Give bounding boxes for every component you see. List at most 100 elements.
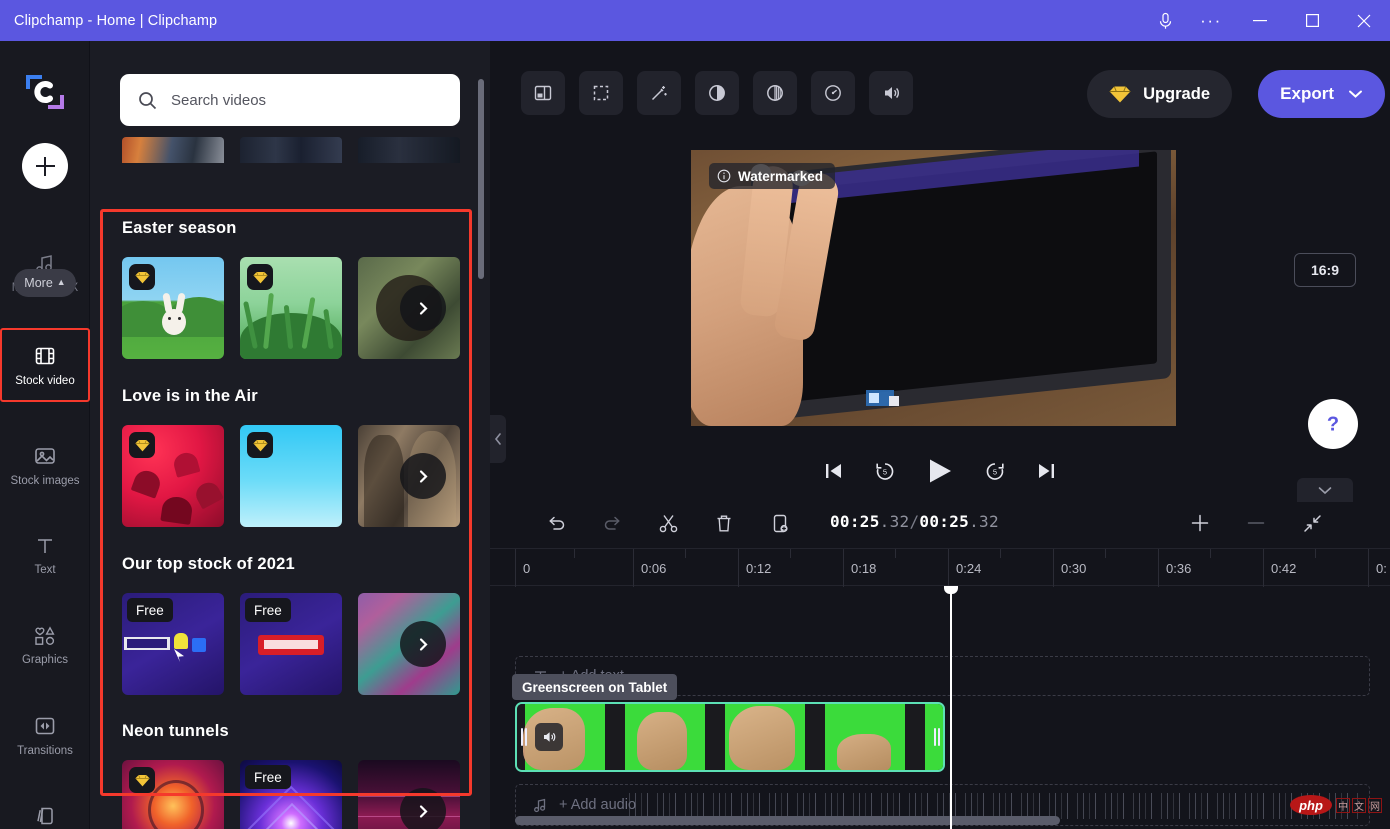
- export-button[interactable]: Export: [1258, 70, 1385, 118]
- scroll-right-button[interactable]: [400, 285, 446, 331]
- crop-icon[interactable]: [579, 71, 623, 115]
- thumbnail-partial[interactable]: [240, 137, 342, 163]
- thumbnail-row: [122, 425, 460, 527]
- volume-icon[interactable]: [869, 71, 913, 115]
- premium-badge-icon: [129, 432, 155, 458]
- redo-button[interactable]: [592, 504, 632, 542]
- stock-video-thumbnail[interactable]: [122, 257, 224, 359]
- more-toggle-button[interactable]: More ▲: [14, 269, 76, 297]
- stock-video-thumbnail[interactable]: Free: [240, 760, 342, 829]
- filters-icon[interactable]: [753, 71, 797, 115]
- stock-video-thumbnail[interactable]: [240, 257, 342, 359]
- video-preview[interactable]: Watermarked: [691, 150, 1176, 426]
- speed-icon[interactable]: [811, 71, 855, 115]
- free-badge: Free: [127, 598, 173, 622]
- sidebar-item-stock-video[interactable]: Stock video: [0, 328, 90, 402]
- clipchamp-logo: [22, 69, 68, 115]
- stock-video-thumbnail[interactable]: [240, 425, 342, 527]
- split-button[interactable]: [648, 504, 688, 542]
- sidebar-item-label: Graphics: [22, 654, 68, 666]
- clip-trim-handle-left[interactable]: [517, 704, 530, 770]
- chevron-down-icon: [1348, 89, 1363, 99]
- video-clip-greenscreen-on-tablet[interactable]: [515, 702, 945, 772]
- timeline-ruler[interactable]: 0 0:06 0:12 0:18 0:24 0:30 0:36 0:42 0:: [490, 548, 1390, 586]
- skip-to-start-button[interactable]: [823, 461, 845, 481]
- stock-video-thumbnail[interactable]: Free: [122, 593, 224, 695]
- php-watermark-char: 网: [1368, 798, 1382, 813]
- aspect-ratio-button[interactable]: 16:9: [1294, 253, 1356, 287]
- fit-timeline-button[interactable]: [1292, 504, 1332, 542]
- timeline-playhead[interactable]: [950, 586, 952, 829]
- stock-video-thumbnail[interactable]: [122, 425, 224, 527]
- more-options-button[interactable]: ···: [1188, 0, 1234, 41]
- clip-trim-handle-right[interactable]: [930, 704, 943, 770]
- scroll-right-button[interactable]: [400, 621, 446, 667]
- clip-name-label: Greenscreen on Tablet: [512, 674, 677, 700]
- duplicate-button[interactable]: [760, 504, 800, 542]
- search-input[interactable]: [171, 92, 442, 109]
- thumbnail-partial[interactable]: [358, 137, 460, 163]
- maximize-button[interactable]: [1286, 0, 1338, 41]
- magic-wand-icon[interactable]: [637, 71, 681, 115]
- layout-icon[interactable]: [521, 71, 565, 115]
- ruler-label: 0:12: [746, 561, 771, 576]
- premium-badge-icon: [129, 767, 155, 793]
- text-t-icon: [34, 535, 56, 557]
- delete-button[interactable]: [704, 504, 744, 542]
- play-button[interactable]: [925, 457, 955, 485]
- forward-5-button[interactable]: 5: [983, 459, 1007, 483]
- mic-icon[interactable]: [1142, 0, 1188, 41]
- add-media-button[interactable]: [22, 143, 68, 189]
- sidebar-item-label: Text: [34, 564, 55, 576]
- upgrade-label: Upgrade: [1143, 85, 1210, 104]
- clip-volume-button[interactable]: [535, 723, 563, 751]
- scroll-right-button[interactable]: [400, 453, 446, 499]
- section-title: Easter season: [122, 219, 237, 238]
- contrast-icon[interactable]: [695, 71, 739, 115]
- left-nav-rail: More ▲ Music & SFX Stock video: [0, 41, 90, 829]
- close-button[interactable]: [1338, 0, 1390, 41]
- zoom-in-button[interactable]: [1180, 504, 1220, 542]
- undo-button[interactable]: [536, 504, 576, 542]
- upgrade-button[interactable]: Upgrade: [1087, 70, 1232, 118]
- total-time: 00:25: [919, 512, 969, 531]
- add-audio-label: + Add audio: [559, 797, 636, 813]
- playhead-knob[interactable]: [944, 586, 958, 594]
- premium-badge-icon: [247, 264, 273, 290]
- ruler-label: 0:: [1376, 561, 1387, 576]
- help-button[interactable]: ?: [1308, 399, 1358, 449]
- sidebar-item-graphics[interactable]: Graphics: [0, 608, 90, 682]
- sidebar-item-brand-kit[interactable]: Brand kit: [0, 788, 90, 829]
- php-watermark-suffix: 中 文 网: [1336, 798, 1382, 813]
- skip-to-end-button[interactable]: [1035, 461, 1057, 481]
- free-badge: Free: [245, 765, 291, 789]
- rewind-5-button[interactable]: 5: [873, 459, 897, 483]
- stock-video-thumbnail[interactable]: Free: [240, 593, 342, 695]
- sidebar-item-text[interactable]: Text: [0, 518, 90, 592]
- scroll-right-button[interactable]: [400, 788, 446, 829]
- thumbnail-partial[interactable]: [122, 137, 224, 163]
- window-title: Clipchamp - Home | Clipchamp: [14, 13, 217, 29]
- preview-area: Watermarked 16:9: [490, 141, 1390, 461]
- thumbnail-row: [122, 257, 460, 359]
- total-frames: .32: [969, 512, 999, 531]
- export-label: Export: [1280, 84, 1334, 104]
- premium-badge-icon: [129, 264, 155, 290]
- panel-scrollbar[interactable]: [478, 79, 484, 279]
- minimize-button[interactable]: [1234, 0, 1286, 41]
- current-frames: .32: [880, 512, 910, 531]
- sidebar-item-stock-images[interactable]: Stock images: [0, 428, 90, 502]
- watermarked-label: Watermarked: [738, 169, 823, 184]
- timecode-display: 00:25.32/00:25.32: [830, 512, 999, 531]
- timeline-horizontal-scrollbar[interactable]: [515, 816, 1060, 825]
- ruler-label: 0:24: [956, 561, 981, 576]
- section-title: Neon tunnels: [122, 722, 229, 741]
- shapes-icon: [32, 625, 58, 647]
- sidebar-item-transitions[interactable]: Transitions: [0, 698, 90, 772]
- ruler-label: 0:36: [1166, 561, 1191, 576]
- search-videos-field[interactable]: [120, 74, 460, 126]
- collapse-panel-button[interactable]: [490, 415, 506, 463]
- editor-main: Upgrade Export: [490, 41, 1390, 829]
- zoom-out-button[interactable]: [1236, 504, 1276, 542]
- stock-video-thumbnail[interactable]: [122, 760, 224, 829]
